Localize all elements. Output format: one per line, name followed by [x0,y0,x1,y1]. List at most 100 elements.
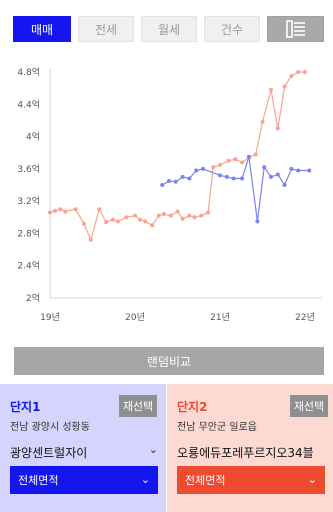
series-2-point [289,166,294,171]
series-2-point [167,178,171,183]
series-1-point [110,217,115,222]
series-1-point [58,207,63,212]
series-1-point [296,70,301,74]
series-1-point [156,213,161,218]
x-tick-label: 20년 [125,312,145,323]
series-1-point [116,219,120,224]
series-1-point [282,84,287,89]
series-1-point [97,207,102,212]
x-tick-label: 22년 [295,312,315,323]
random-compare-button[interactable]: 랜덤비교 [14,347,324,375]
series-1-point [88,237,93,242]
series-1-point [133,213,137,218]
series-1-point [180,216,185,221]
complex-1-area-select[interactable]: 전체면적 ⌄ [10,466,158,494]
series-1-point [206,210,211,215]
series-1-point [143,219,148,224]
series-2-point [240,176,245,181]
series-2-point [194,168,199,173]
x-tick-label: 19년 [40,312,60,323]
series-2-point [231,176,236,181]
series-1-point [260,120,265,125]
series-1-point [275,126,280,131]
series-1-point [218,162,222,167]
deal-type-tabs: 매매 전세 월세 건수 [0,0,333,46]
complex-1-apt-name: 광양센트럴자이 [10,446,88,460]
series-1-point [161,212,166,217]
complex-1-panel: 단지1 재선택 전남 광양시 성황동 광양센트럴자이 ⌄ 전체면적 ⌄ [0,384,166,512]
series-1-point [53,208,58,213]
y-tick-label: 3.2억 [17,195,40,207]
chevron-down-icon: ⌄ [148,443,158,456]
tab-sale[interactable]: 매매 [13,16,71,42]
complex-2-address: 전남 무안군 일로읍 [177,422,257,433]
series-2-point [282,183,287,187]
y-tick-label: 2.4억 [17,260,40,272]
y-tick-label: 4.8억 [17,66,40,78]
complex-1-apt-dropdown[interactable]: 광양센트럴자이 ⌄ [10,442,158,460]
series-1-point [233,157,238,162]
series-1-point [48,210,52,215]
series-1-point [175,209,180,214]
series-1-point [168,213,173,218]
complex-2-area-label: 전체면적 [185,474,226,487]
series-1-point [199,213,204,218]
complex-2-area-select[interactable]: 전체면적 ⌄ [177,466,325,494]
complex-2-title: 단지2 [177,400,208,414]
complex-2-apt-name: 오룡에듀포레푸르지오34블 [177,446,314,460]
series-2-point [255,219,260,224]
list-view-button[interactable] [267,16,324,42]
chevron-down-icon: ⌄ [307,473,317,486]
y-tick-label: 3.6억 [17,163,40,175]
series-1-point [211,165,216,170]
tab-count[interactable]: 건수 [204,16,260,42]
series-2-point [218,173,222,178]
chevron-down-icon: ⌄ [140,473,150,486]
complex-2-reselect-button[interactable]: 재선택 [290,395,328,417]
series-1-point [63,209,68,214]
series-1-point [240,160,245,165]
tab-jeonse[interactable]: 전세 [78,16,134,42]
series-2-point [296,168,301,173]
y-tick-label: 2억 [26,292,40,304]
series-1-point [187,213,192,218]
series-1-point [73,207,78,212]
y-tick-label: 4.4억 [17,98,40,110]
series-2-point [246,154,251,159]
series-1-point [289,74,294,79]
tab-monthly-rent[interactable]: 월세 [141,16,197,42]
series-1-point [82,221,86,226]
price-trend-chart: 2억 2.4억 2.8억 3.2억 3.6억 4억 4.4억 4.8억 19년 20년 21년 22년 [17,66,322,323]
series-1-point [269,87,273,92]
list-view-icon [285,20,305,38]
series-2-point [160,183,165,187]
series-2-point [307,168,312,173]
series-2-point [187,176,192,181]
series-1-point [138,217,143,222]
complex-1-area-label: 전체면적 [18,474,59,487]
series-2-point [180,174,185,179]
series-2-point [275,172,280,177]
series-2-point [224,174,229,179]
series-1-line [49,71,305,242]
y-tick-label: 4억 [26,131,40,143]
series-1-point [124,215,129,220]
complex-1-title: 단지1 [10,400,41,414]
x-tick-label: 21년 [210,312,230,323]
complex-2-apt-dropdown[interactable]: 오룡에듀포레푸르지오34블 [177,442,325,460]
complex-2-panel: 단지2 재선택 전남 무안군 일로읍 오룡에듀포레푸르지오34블 전체면적 ⌄ [167,384,333,512]
y-tick-label: 2.8억 [17,227,40,239]
series-1-point [253,152,258,157]
series-2-point [201,166,205,171]
complex-1-reselect-button[interactable]: 재선택 [119,395,157,417]
series-1-point [192,215,197,220]
series-1-point [303,70,307,74]
series-1-point [150,223,154,228]
series-2-point [173,179,178,184]
series-1-point [226,158,231,163]
series-2-point [262,165,267,170]
complex-1-address: 전남 광양시 성황동 [10,422,90,433]
series-2-point [269,174,273,179]
series-2-line [161,156,310,222]
series-1-point [104,220,109,225]
